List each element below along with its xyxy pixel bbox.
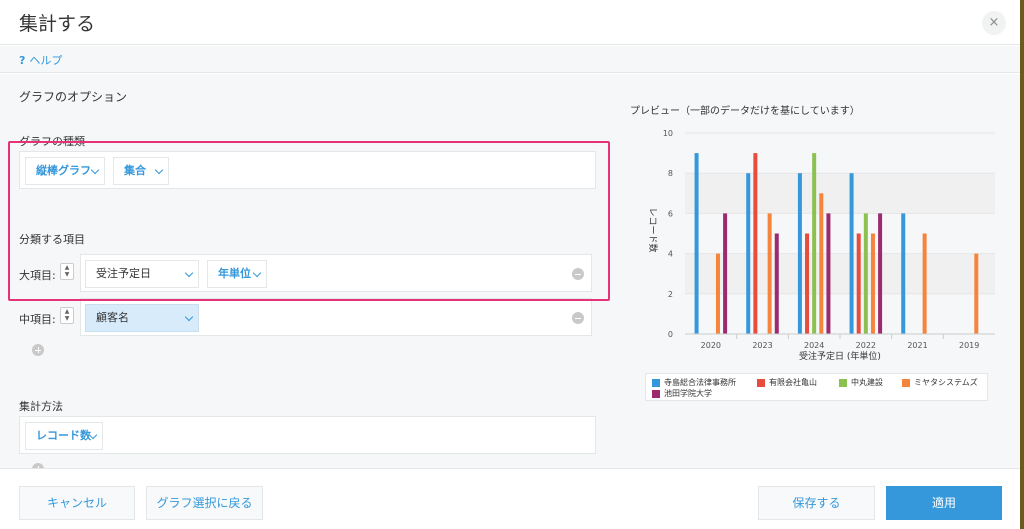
y-tick-label: 10 [663, 129, 673, 138]
aggregation-box: レコード数 [19, 416, 596, 454]
aggregation-value: レコード数 [36, 429, 91, 442]
bar [767, 213, 772, 334]
legend-item: 有限会社亀山 [757, 378, 817, 388]
bar [826, 213, 831, 334]
y-tick-label: 8 [668, 169, 673, 178]
bar [849, 173, 854, 334]
x-tick-label: 2021 [907, 341, 927, 350]
legend-label: ミヤタシステムズ [914, 378, 978, 387]
middle-reorder-stepper[interactable]: ▲ ▼ [60, 307, 74, 324]
y-axis-label: レコード数 [647, 207, 659, 252]
y-tick-label: 4 [668, 250, 673, 259]
legend-swatch [652, 379, 660, 387]
middle-item-box: 顧客名 [80, 298, 592, 336]
chevron-down-icon [184, 312, 194, 322]
legend-item: ミヤタシステムズ [902, 378, 978, 388]
middle-field-dropdown[interactable]: 顧客名 [85, 304, 199, 332]
remove-middle-icon[interactable] [572, 312, 584, 324]
close-icon[interactable]: × [982, 11, 1006, 35]
help-icon: ? [19, 54, 26, 67]
bar [819, 193, 824, 334]
middle-field-value: 顧客名 [96, 311, 129, 324]
legend-item: 池田学院大学 [652, 389, 712, 399]
legend-item: 中丸建設 [839, 378, 883, 388]
help-link[interactable]: ? ヘルプ [19, 52, 62, 68]
x-tick-label: 2024 [804, 341, 824, 350]
legend-swatch [757, 379, 765, 387]
y-tick-label: 2 [668, 290, 673, 299]
window-edge [1020, 0, 1024, 529]
x-tick-label: 2020 [701, 341, 721, 350]
bar [753, 153, 758, 334]
x-tick-label: 2023 [752, 341, 772, 350]
cancel-button[interactable]: キャンセル [19, 486, 135, 520]
grid-band [685, 173, 995, 214]
bar [694, 153, 699, 334]
back-to-graph-select-button[interactable]: グラフ選択に戻る [146, 486, 263, 520]
bar [974, 253, 979, 334]
aggregation-dropdown[interactable]: レコード数 [25, 422, 103, 450]
legend-swatch [652, 390, 660, 398]
preview-chart: 0 2 4 6 8 10 2020 2023 2024 2022 2021 2019 レコード数 受注… [647, 129, 995, 362]
bar [797, 173, 802, 334]
save-button[interactable]: 保存する [758, 486, 875, 520]
dialog-header: 集計する × [0, 0, 1020, 45]
dialog-title: 集計する [19, 13, 96, 35]
middle-item-label: 中項目: [19, 313, 56, 326]
bar [774, 233, 779, 334]
help-bar: ? ヘルプ [0, 46, 1020, 73]
y-tick-label: 0 [668, 330, 673, 339]
bar [856, 233, 861, 334]
bar [812, 153, 817, 334]
chart-legend: 寺島総合法律事務所 有限会社亀山 中丸建設 ミヤタシステムズ池田学院大学 [645, 373, 988, 401]
grid-band [685, 253, 995, 294]
y-tick-label: 6 [668, 209, 673, 218]
help-label: ヘルプ [29, 54, 63, 67]
bar [723, 213, 728, 334]
legend-item: 寺島総合法律事務所 [652, 378, 736, 388]
x-tick-label: 2022 [856, 341, 876, 350]
bar [805, 233, 810, 334]
x-axis-label: 受注予定日 (年単位) [799, 350, 881, 362]
bar [901, 213, 906, 334]
preview-title: プレビュー（一部のデータだけを基にしています） [630, 106, 860, 117]
apply-button[interactable]: 適用 [886, 486, 1002, 520]
add-item-icon[interactable] [32, 344, 44, 356]
bar [870, 233, 875, 334]
legend-swatch [902, 379, 910, 387]
dialog-footer: キャンセル グラフ選択に戻る 保存する 適用 [0, 468, 1020, 529]
bar [863, 213, 868, 334]
graph-options-title: グラフのオプション [19, 90, 128, 104]
legend-label: 池田学院大学 [664, 389, 712, 398]
bar [878, 213, 883, 334]
bar [746, 173, 751, 334]
classification-highlight [8, 141, 610, 301]
aggregate-dialog: 集計する × ? ヘルプ グラフのオプション グラフの種類 縦棒グラフ 集合 分類… [0, 0, 1020, 529]
x-tick-label: 2019 [959, 341, 979, 350]
legend-swatch [839, 379, 847, 387]
bar [922, 233, 927, 334]
bar [715, 253, 720, 334]
legend-label: 中丸建設 [851, 378, 883, 387]
legend-label: 寺島総合法律事務所 [664, 378, 736, 387]
legend-label: 有限会社亀山 [769, 378, 817, 387]
aggregation-label: 集計方法 [19, 400, 63, 413]
